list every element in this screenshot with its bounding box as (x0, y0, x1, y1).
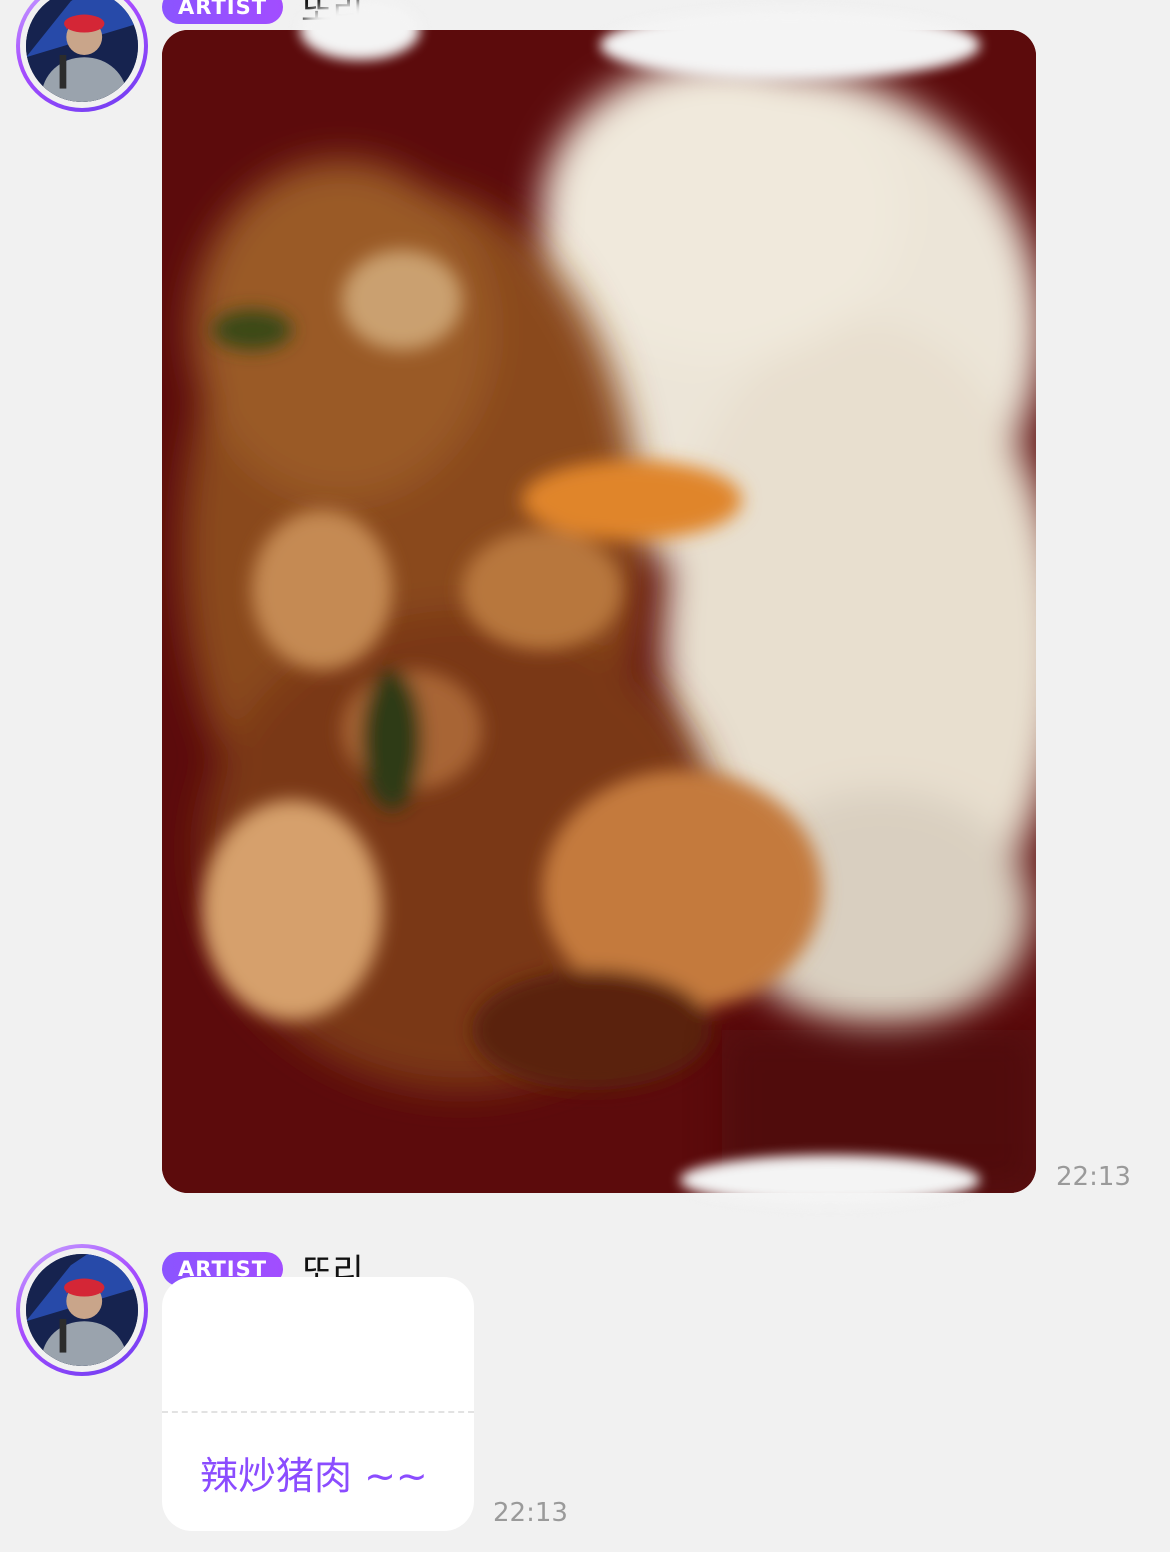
artist-avatar[interactable] (16, 0, 148, 112)
message-text: 辣炒猪肉 ~~ (200, 1454, 428, 1498)
image-message[interactable] (162, 30, 1036, 1193)
person-icon (26, 1254, 138, 1366)
avatar-photo (26, 1254, 138, 1366)
avatar-photo (26, 0, 138, 102)
text-message[interactable]: 辣炒猪肉 ~~ (162, 1277, 474, 1531)
artist-avatar[interactable] (16, 1244, 148, 1376)
artist-badge: ARTIST (162, 0, 284, 24)
privacy-smudge (300, 0, 420, 60)
food-photo-icon (162, 30, 1036, 1193)
avatar-ring (20, 1248, 144, 1372)
chat-screen: ARTIST 또리 (0, 0, 1170, 1552)
person-icon (26, 0, 138, 102)
privacy-smudge (680, 1155, 980, 1205)
avatar-ring (20, 0, 144, 108)
privacy-smudge (600, 10, 980, 80)
message-time: 22:13 (1056, 1162, 1131, 1192)
divider (162, 1411, 474, 1413)
message-time: 22:13 (493, 1498, 568, 1528)
